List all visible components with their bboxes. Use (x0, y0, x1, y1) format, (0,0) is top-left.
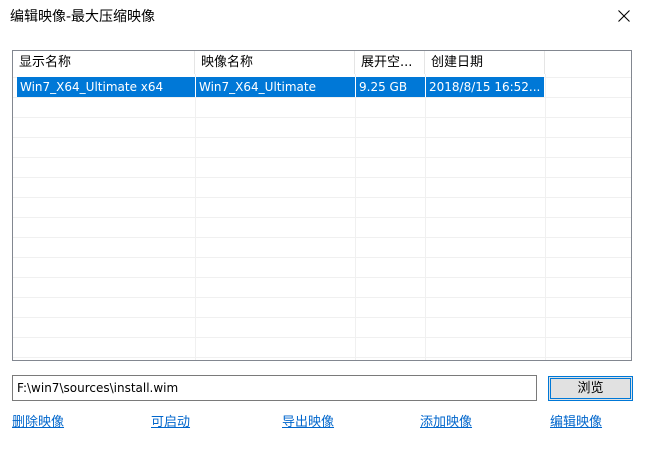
grid-line (13, 317, 631, 318)
image-list[interactable]: 显示名称 映像名称 展开空... 创建日期 Win7_X64_Ultimate … (12, 50, 632, 361)
close-icon (618, 10, 630, 22)
grid-line (13, 357, 631, 358)
grid-line (13, 117, 631, 118)
column-header-expanded-size[interactable]: 展开空... (355, 51, 425, 74)
add-image-link[interactable]: 添加映像 (420, 414, 472, 432)
list-header: 显示名称 映像名称 展开空... 创建日期 (13, 51, 631, 74)
grid-line (13, 157, 631, 158)
grid-line (13, 217, 631, 218)
image-path-input[interactable] (12, 375, 537, 401)
grid-line (13, 257, 631, 258)
grid-line (355, 51, 356, 360)
browse-button[interactable]: 浏览 (548, 376, 633, 401)
grid-line (13, 337, 631, 338)
cell-image-name: Win7_X64_Ultimate (199, 80, 316, 94)
delete-image-link[interactable]: 删除映像 (12, 414, 64, 432)
window-title: 编辑映像-最大压缩映像 (10, 9, 156, 25)
table-row[interactable]: Win7_X64_Ultimate x64 Win7_X64_Ultimate … (17, 77, 544, 97)
grid-line (195, 51, 196, 360)
grid-line (545, 51, 546, 360)
export-image-link[interactable]: 导出映像 (282, 414, 334, 432)
close-button[interactable] (602, 0, 646, 32)
grid-line (13, 277, 631, 278)
grid-line (13, 297, 631, 298)
browse-button-label: 浏览 (577, 381, 604, 396)
grid-line (13, 137, 631, 138)
grid-line (13, 197, 631, 198)
column-header-image-name[interactable]: 映像名称 (195, 51, 355, 74)
cell-size: 9.25 GB (359, 80, 408, 94)
column-header-created-date[interactable]: 创建日期 (425, 51, 545, 74)
grid-line (13, 97, 631, 98)
grid-line (13, 177, 631, 178)
edit-image-link[interactable]: 编辑映像 (550, 414, 602, 432)
grid-line (425, 51, 426, 360)
title-bar: 编辑映像-最大压缩映像 (0, 0, 646, 34)
cell-display-name: Win7_X64_Ultimate x64 (20, 80, 164, 94)
cell-created: 2018/8/15 16:52... (429, 80, 541, 94)
column-header-display-name[interactable]: 显示名称 (13, 51, 195, 74)
bootable-link[interactable]: 可启动 (151, 414, 190, 432)
grid-line (13, 237, 631, 238)
